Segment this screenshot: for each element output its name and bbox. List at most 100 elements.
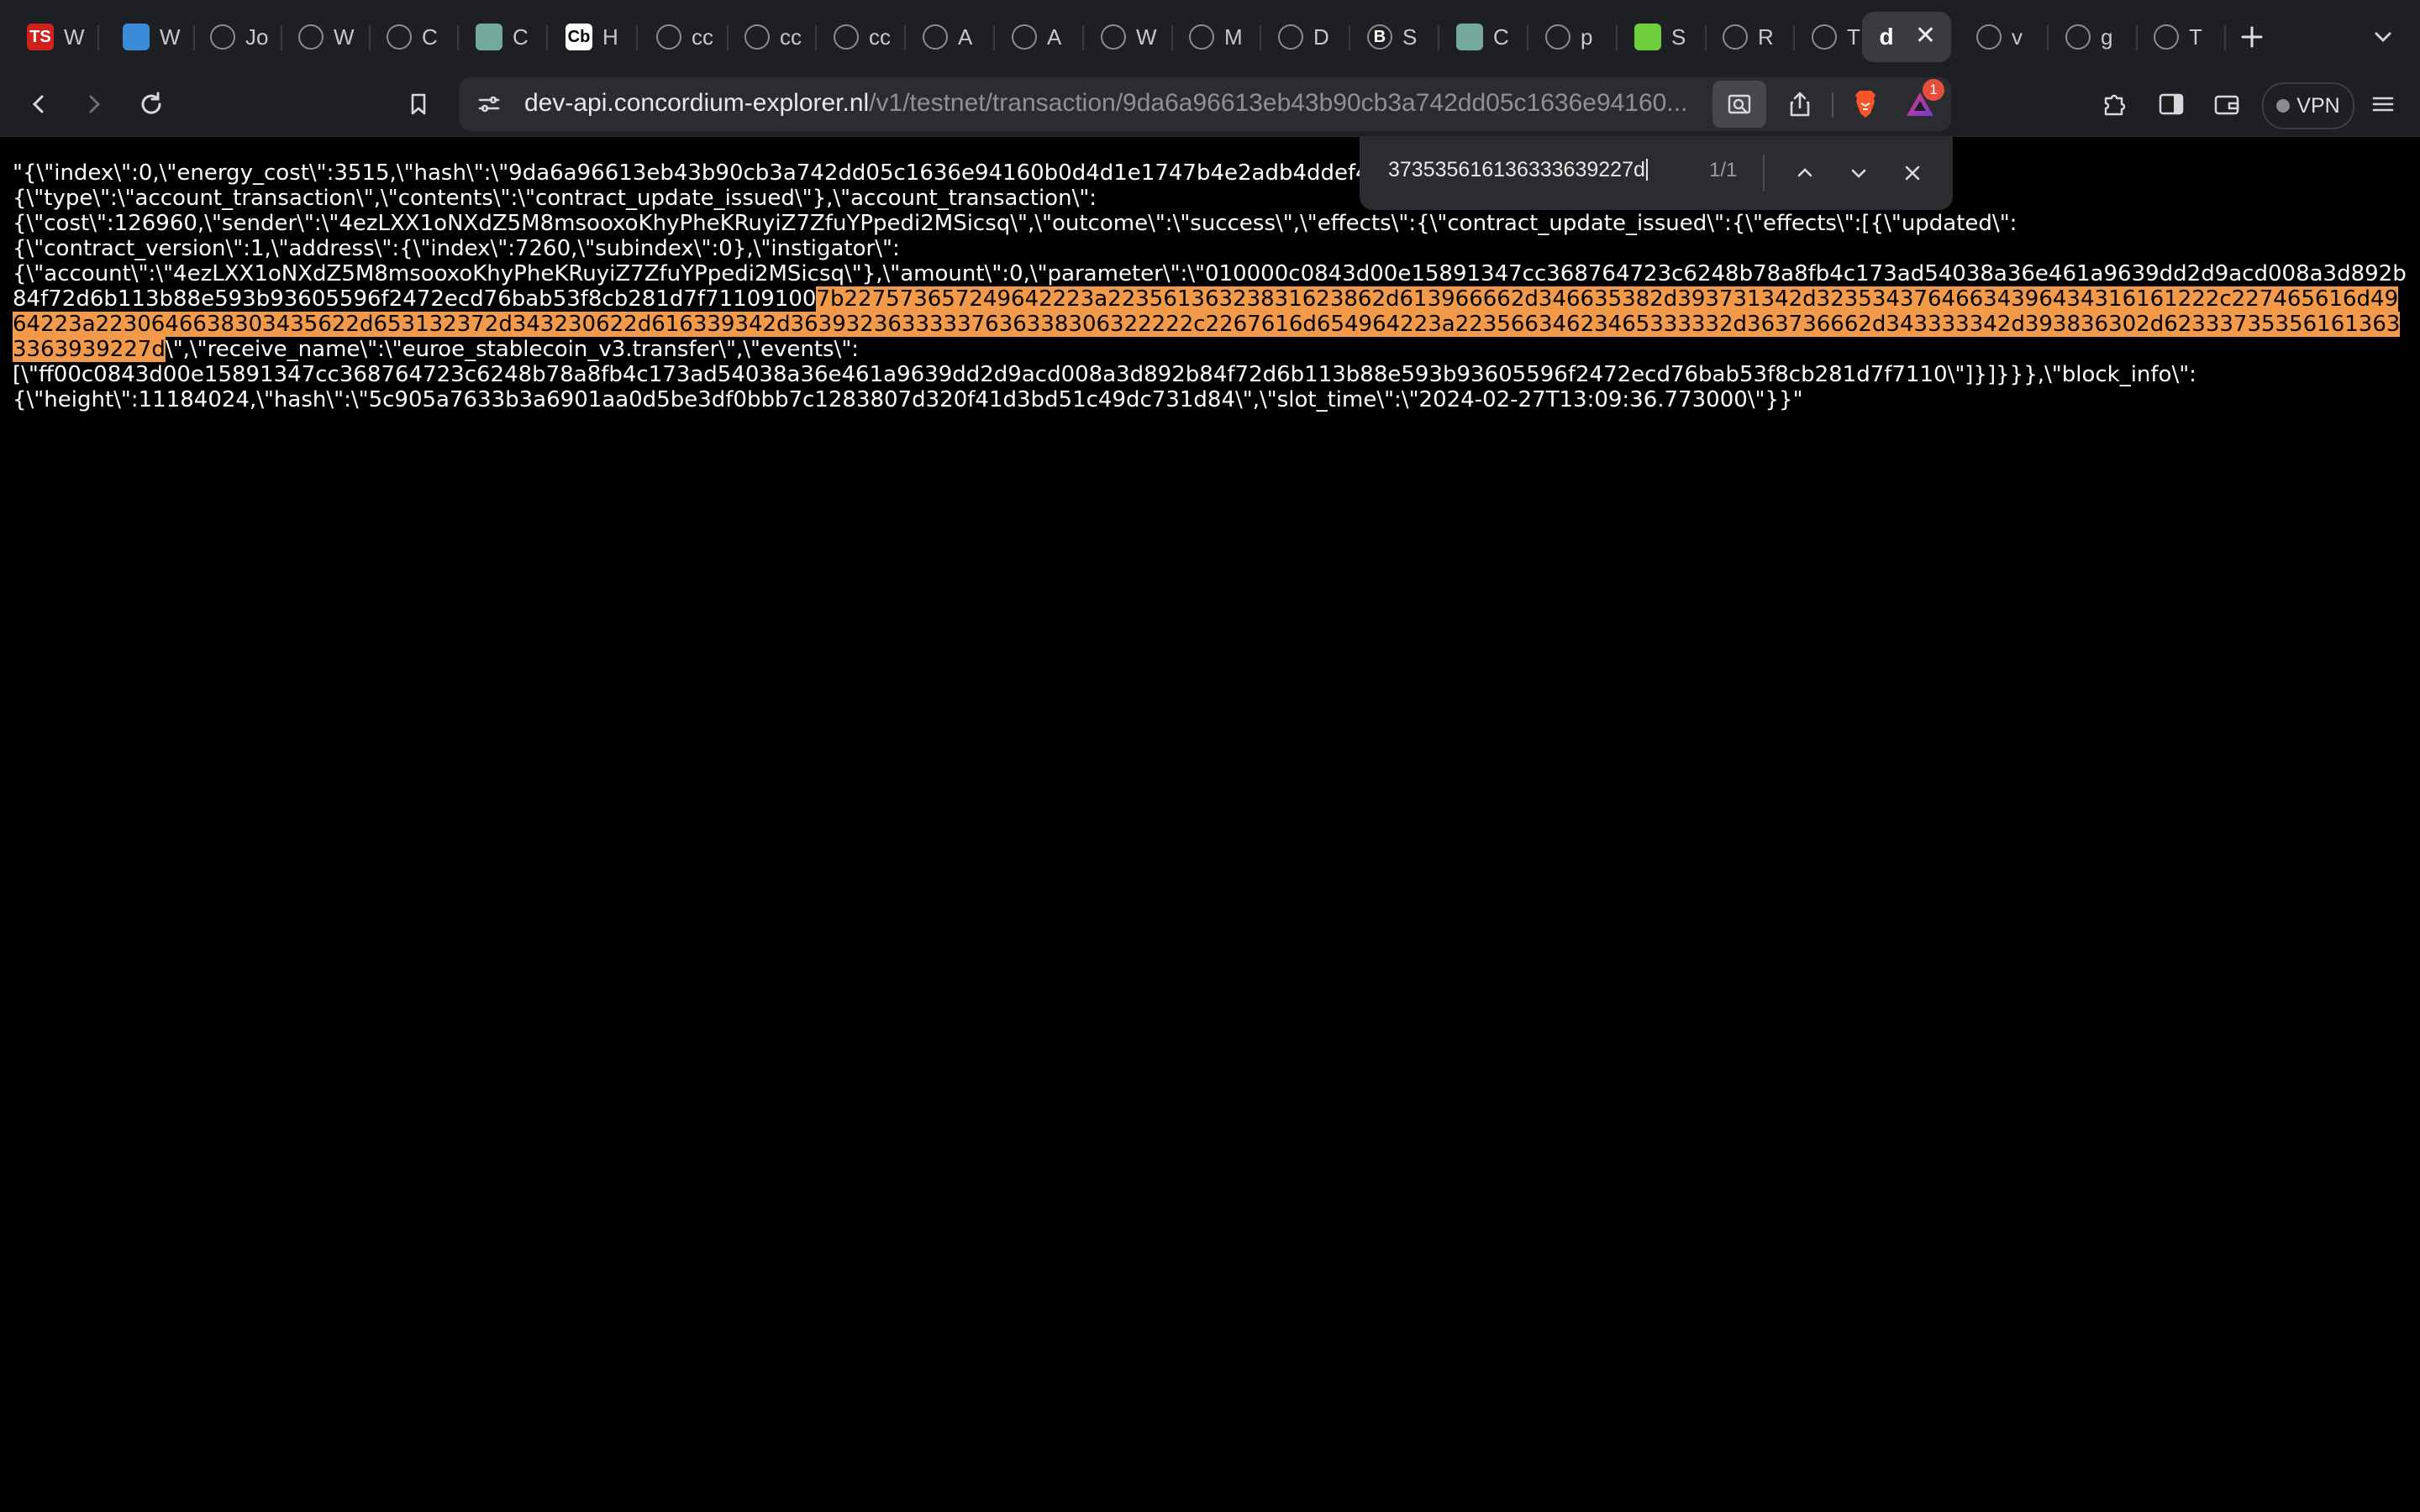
find-in-page-button[interactable] <box>1712 81 1766 128</box>
vpn-label: VPN <box>2296 93 2340 118</box>
browser-tab[interactable]: TS W <box>13 12 97 62</box>
tab-title: H <box>602 24 618 50</box>
browser-tab[interactable]: p <box>1532 12 1616 62</box>
browser-tab[interactable]: S <box>1621 12 1705 62</box>
menu-button[interactable] <box>2361 82 2405 126</box>
site-info-button[interactable] <box>472 87 506 121</box>
bookmark-button[interactable] <box>397 82 440 126</box>
browser-tab[interactable]: Cb H <box>552 12 636 62</box>
tab-title: g <box>2101 24 2113 50</box>
browser-tab[interactable]: C <box>373 12 457 62</box>
url-domain: dev-api.concordium-explorer.nl <box>524 89 870 117</box>
tab-separator <box>2136 25 2138 50</box>
tab-separator <box>457 25 459 50</box>
new-tab-button[interactable] <box>2228 13 2275 60</box>
browser-tab[interactable]: T <box>2140 12 2224 62</box>
green-s-icon <box>1634 24 1661 50</box>
browser-tab[interactable]: A <box>998 12 1082 62</box>
find-next-button[interactable] <box>1840 155 1877 192</box>
atlassian-icon <box>1189 24 1214 50</box>
github-icon <box>656 24 681 50</box>
dark-circle-icon <box>1723 24 1748 50</box>
tab-strip: TS W W Jo W C C Cb Hcc cc cc A A W M D B S Cp S R Td ✕ v g T <box>0 0 2420 72</box>
sidebar-icon <box>2159 93 2184 115</box>
brave-shields-button[interactable] <box>1847 86 1884 123</box>
text-cursor <box>1645 159 1648 181</box>
vpn-button[interactable]: VPN <box>2262 82 2354 129</box>
browser-tab[interactable]: cc <box>820 12 904 62</box>
share-icon <box>1790 92 1810 117</box>
url-divider <box>1832 92 1833 118</box>
browser-tab[interactable]: C <box>462 12 546 62</box>
browser-tab[interactable]: R <box>1709 12 1793 62</box>
dark-circle-icon <box>923 24 948 50</box>
chevron-up-icon <box>1797 168 1812 177</box>
close-icon <box>1905 165 1920 181</box>
tab-separator <box>546 25 548 50</box>
browser-tab[interactable]: d ✕ <box>1862 12 1951 62</box>
browser-tab[interactable]: v <box>1963 12 2047 62</box>
address-bar[interactable]: dev-api.concordium-explorer.nl/v1/testne… <box>459 77 1951 131</box>
tab-title: Jo <box>245 24 269 50</box>
tab-title: T <box>2189 24 2202 50</box>
reload-icon <box>141 92 161 114</box>
browser-tab[interactable]: W <box>1087 12 1171 62</box>
github-icon <box>744 24 770 50</box>
chevron-down-icon <box>2375 32 2391 43</box>
tab-separator <box>1616 25 1618 50</box>
url-text[interactable]: dev-api.concordium-explorer.nl/v1/testne… <box>524 89 1687 118</box>
tab-title: W <box>1136 24 1157 50</box>
tab-search-button[interactable] <box>2360 13 2407 60</box>
tab-title: R <box>1758 24 1774 50</box>
browser-tab[interactable]: A <box>909 12 993 62</box>
tab-title: A <box>958 24 973 50</box>
tab-separator <box>636 25 638 50</box>
find-input[interactable]: 373535616136333639227d <box>1388 158 1648 182</box>
browser-toolbar: dev-api.concordium-explorer.nl/v1/testne… <box>0 72 2420 137</box>
arrow-left-icon <box>32 95 44 113</box>
forward-button[interactable] <box>72 82 116 126</box>
brave-rewards-button[interactable]: 1 <box>1901 79 1944 124</box>
share-button[interactable] <box>1780 86 1820 123</box>
browser-tab[interactable]: C <box>1443 12 1527 62</box>
tab-title: p <box>1581 24 1593 50</box>
extensions-button[interactable] <box>2092 82 2136 126</box>
browser-tab[interactable]: M <box>1176 12 1260 62</box>
wallet-button[interactable] <box>2205 82 2249 126</box>
browser-tab[interactable]: W <box>109 12 193 62</box>
tab-title: cc <box>692 24 713 50</box>
tab-title: cc <box>780 24 802 50</box>
tab-separator <box>1171 25 1173 50</box>
find-match-count: 1/1 <box>1709 159 1738 181</box>
green-link-icon <box>1101 24 1126 50</box>
globe-icon <box>1812 24 1837 50</box>
tab-separator <box>97 25 99 50</box>
back-button[interactable] <box>17 82 60 126</box>
browser-tab[interactable]: Jo <box>197 12 281 62</box>
browser-tab[interactable]: cc <box>731 12 815 62</box>
browser-tab[interactable]: cc <box>643 12 727 62</box>
browser-tab[interactable]: D <box>1265 12 1349 62</box>
browser-tab[interactable]: W <box>285 12 369 62</box>
reload-button[interactable] <box>129 82 173 126</box>
find-divider <box>1763 155 1765 192</box>
tab-title: A <box>1047 24 1062 50</box>
sidebar-toggle-button[interactable] <box>2149 82 2193 126</box>
apple-icon <box>2154 24 2179 50</box>
hamburger-icon <box>2372 97 2394 112</box>
chevron-down-icon <box>1851 169 1866 178</box>
json-response-text: "{\"index\":0,\"energy_cost\":3515,\"has… <box>13 160 2407 412</box>
chatgpt-icon <box>476 24 502 50</box>
browser-tab[interactable]: BS <box>1354 12 1438 62</box>
find-close-button[interactable] <box>1894 155 1931 192</box>
tab-separator <box>993 25 995 50</box>
close-tab-icon[interactable]: ✕ <box>1915 24 1936 49</box>
tab-separator <box>1438 25 1439 50</box>
chatgpt-icon <box>1456 24 1483 50</box>
tab-title: S <box>1671 24 1686 50</box>
tab-title: C <box>1493 24 1509 50</box>
browser-tab[interactable]: g <box>2052 12 2136 62</box>
tab-separator <box>727 25 729 50</box>
find-previous-button[interactable] <box>1786 155 1823 192</box>
tab-title: W <box>160 24 181 50</box>
